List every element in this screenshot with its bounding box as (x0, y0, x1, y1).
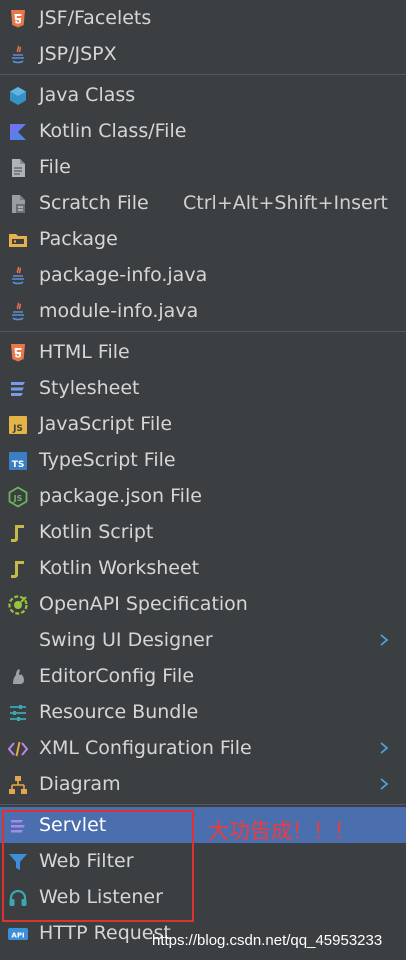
file-icon (7, 157, 29, 179)
menu-separator (0, 331, 406, 332)
menu-item-jsf-facelets[interactable]: JSF/Facelets (0, 0, 406, 36)
editorconfig-icon (7, 666, 29, 688)
menu-item-label: Java Class (39, 84, 136, 106)
scratch-file-icon (7, 193, 29, 215)
menu-item-label: Kotlin Class/File (39, 120, 187, 142)
menu-item-label: Kotlin Script (39, 521, 154, 543)
menu-item-jsp-jspx[interactable]: JSP/JSPX (0, 36, 406, 72)
annotation-text: 大功告成！！！ (208, 819, 355, 843)
menu-item-resource-bundle[interactable]: Resource Bundle (0, 694, 406, 730)
java-class-icon (7, 85, 29, 107)
menu-item-label: JSF/Facelets (39, 7, 152, 29)
menu-item-label: Resource Bundle (39, 701, 199, 723)
menu-item-kotlin-class-file[interactable]: Kotlin Class/File (0, 113, 406, 149)
kotlin-script-icon (7, 522, 29, 544)
menu-item-label: Swing UI Designer (39, 629, 213, 651)
menu-item-editorconfig-file[interactable]: EditorConfig File (0, 658, 406, 694)
menu-item-label: TypeScript File (39, 449, 176, 471)
html5-icon (7, 8, 29, 30)
javascript-icon: JS (7, 414, 29, 436)
menu-item-package[interactable]: Package (0, 221, 406, 257)
new-file-menu: JSF/Facelets JSP/JSPX Java Class Kotlin Cla… (0, 0, 406, 951)
svg-text:API: API (11, 932, 24, 940)
resource-bundle-icon (7, 702, 29, 724)
chevron-right-icon (378, 778, 390, 790)
menu-item-label: JavaScript File (39, 413, 173, 435)
menu-item-openapi-specification[interactable]: OpenAPI Specification (0, 586, 406, 622)
css-icon (7, 378, 29, 400)
menu-item-javascript-file[interactable]: JS JavaScript File (0, 406, 406, 442)
menu-item-xml-configuration-file[interactable]: XML Configuration File (0, 730, 406, 766)
chevron-right-icon (378, 742, 390, 754)
openapi-icon (7, 594, 29, 616)
chevron-right-icon (378, 634, 390, 646)
menu-item-html-file[interactable]: HTML File (0, 334, 406, 370)
annotation-highlight-box (2, 810, 194, 922)
java-cup-icon (7, 44, 29, 66)
menu-item-label: OpenAPI Specification (39, 593, 248, 615)
java-cup-icon (7, 301, 29, 323)
menu-item-kotlin-worksheet[interactable]: Kotlin Worksheet (0, 550, 406, 586)
xml-icon (7, 738, 29, 760)
menu-item-label: Kotlin Worksheet (39, 557, 200, 579)
java-cup-icon (7, 265, 29, 287)
html5-icon (7, 342, 29, 364)
svg-text:JS: JS (13, 494, 23, 503)
package-folder-icon (7, 229, 29, 251)
diagram-icon (7, 774, 29, 796)
menu-item-label: package.json File (39, 485, 202, 507)
menu-item-package-info-java[interactable]: package-info.java (0, 257, 406, 293)
menu-item-label: Diagram (39, 773, 121, 795)
kotlin-worksheet-icon (7, 558, 29, 580)
nodejs-icon: JS (7, 486, 29, 508)
menu-item-java-class[interactable]: Java Class (0, 77, 406, 113)
menu-separator (0, 804, 406, 805)
menu-item-file[interactable]: File (0, 149, 406, 185)
kotlin-icon (7, 121, 29, 143)
menu-item-label: File (39, 156, 71, 178)
menu-item-label: EditorConfig File (39, 665, 195, 687)
watermark: https://blog.csdn.net/qq_45953233 (152, 932, 383, 949)
menu-item-label: HTML File (39, 341, 130, 363)
api-icon: API (7, 923, 29, 945)
menu-item-label: package-info.java (39, 264, 208, 286)
svg-text:JS: JS (12, 424, 23, 434)
menu-item-label: XML Configuration File (39, 737, 252, 759)
menu-separator (0, 74, 406, 75)
menu-item-label: Scratch File (39, 192, 149, 214)
menu-item-label: Stylesheet (39, 377, 140, 399)
menu-item-scratch-file[interactable]: Scratch File Ctrl+Alt+Shift+Insert (0, 185, 406, 221)
menu-item-label: JSP/JSPX (39, 43, 117, 65)
menu-item-label: Package (39, 228, 118, 250)
menu-item-package-json-file[interactable]: JS package.json File (0, 478, 406, 514)
typescript-icon: TS (7, 450, 29, 472)
menu-item-swing-ui-designer[interactable]: Swing UI Designer (0, 622, 406, 658)
menu-item-kotlin-script[interactable]: Kotlin Script (0, 514, 406, 550)
menu-item-module-info-java[interactable]: module-info.java (0, 293, 406, 329)
menu-item-label: module-info.java (39, 300, 199, 322)
menu-item-stylesheet[interactable]: Stylesheet (0, 370, 406, 406)
menu-item-diagram[interactable]: Diagram (0, 766, 406, 802)
menu-item-shortcut: Ctrl+Alt+Shift+Insert (183, 192, 388, 214)
menu-item-typescript-file[interactable]: TS TypeScript File (0, 442, 406, 478)
svg-text:TS: TS (12, 460, 25, 470)
